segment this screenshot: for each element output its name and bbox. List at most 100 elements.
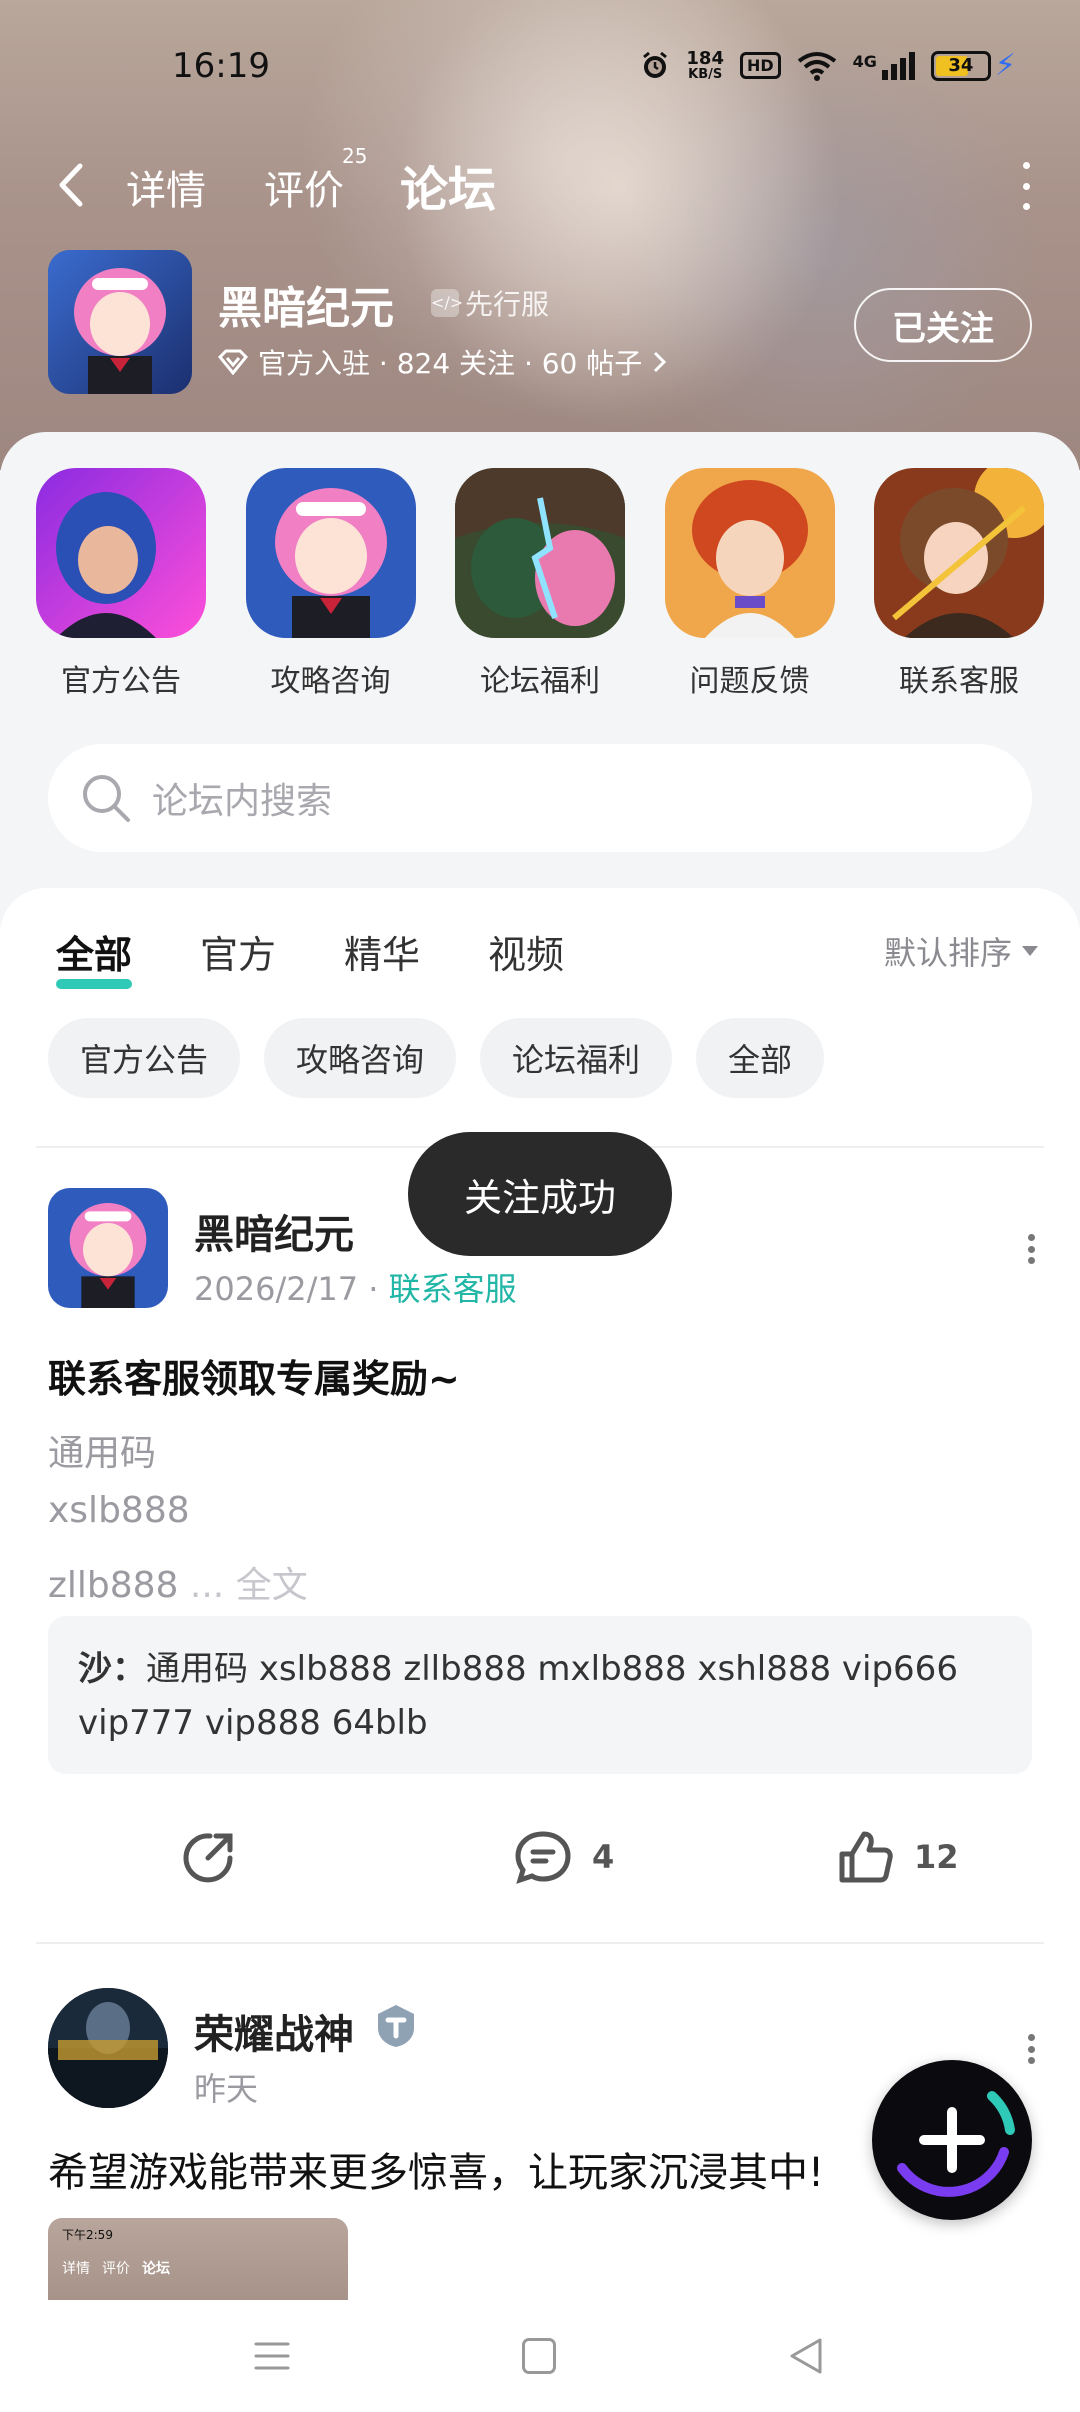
system-navigation-bar (0, 2300, 1080, 2412)
quick-label: 论坛福利 (480, 664, 600, 699)
search-placeholder: 论坛内搜索 (152, 781, 333, 822)
customer-service-art-icon (874, 468, 1044, 638)
sort-dropdown[interactable]: 默认排序 (884, 928, 1038, 974)
status-bar: 16:19 184 KB/S HD 4G 34 ⚡ (0, 40, 1080, 100)
followed-button[interactable]: 已关注 (854, 288, 1032, 362)
post-body: 希望游戏能带来更多惊喜，让玩家沉浸其中! (48, 2150, 825, 2196)
quick-item-forum-benefits[interactable]: 论坛福利 (455, 468, 625, 700)
network-type-label: 4G (852, 51, 877, 71)
search-icon (83, 775, 130, 822)
divider (36, 1942, 1044, 1944)
post-card[interactable]: 黑暗纪元 2026/2/17 · 联系客服 联系客服领取专属奖励~ 通用码 xs… (0, 1188, 1080, 1908)
thumbnail-nav-tabs: 详情 评价 论坛 (62, 2258, 170, 2278)
post-body-line: zllb888 (48, 1565, 179, 1606)
verified-diamond-icon (218, 349, 248, 375)
comment-preview-author: 沙： (78, 1649, 146, 1689)
net-speed-value: 184 (686, 47, 724, 69)
home-icon[interactable] (522, 2338, 556, 2374)
thumbs-up-icon (839, 1831, 893, 1883)
post-date-line: 2026/2/17 · 联系客服 (194, 1264, 517, 1310)
quick-label: 联系客服 (899, 664, 1019, 699)
post-author-avatar[interactable] (48, 1988, 168, 2108)
preview-server-tag: </> 先行服 (431, 283, 549, 323)
thumbnail-tab: 详情 (62, 2261, 90, 2277)
thumbnail-status-time: 下午2:59 (62, 2228, 113, 2242)
game-title: 黑暗纪元 (218, 283, 394, 334)
net-speed-unit: KB/S (688, 66, 723, 82)
tab-reviews[interactable]: 评价 (264, 158, 344, 216)
post-actions: 4 12 (0, 1828, 1080, 1908)
quick-access-panel: 官方公告 攻略咨询 论坛福利 问题反馈 联系客服 论坛内搜索 (0, 432, 1080, 892)
chip-all[interactable]: 全部 (696, 1018, 825, 1098)
comment-button[interactable]: 4 (512, 1828, 614, 1886)
post-author-avatar[interactable] (48, 1188, 168, 1308)
back-triangle-icon[interactable] (786, 2336, 826, 2376)
create-post-fab[interactable] (872, 2060, 1032, 2220)
chip-guides[interactable]: 攻略咨询 (264, 1018, 457, 1098)
reviews-count-badge: 25 (342, 144, 368, 168)
share-icon (183, 1833, 233, 1883)
announcements-art-icon (36, 468, 206, 638)
chip-official-announcements[interactable]: 官方公告 (48, 1018, 241, 1098)
quick-item-feedback[interactable]: 问题反馈 (664, 468, 835, 700)
comment-icon (515, 1831, 571, 1884)
charging-bolt-icon: ⚡ (994, 48, 1016, 83)
forum-search-bar[interactable]: 论坛内搜索 (48, 744, 1032, 852)
game-header: 黑暗纪元 </> 先行服 官方入驻 · 824 关注 · 60 帖子 已关注 (48, 250, 1032, 400)
status-icons: 184 KB/S HD 4G 34 ⚡ (640, 48, 1016, 83)
post-image-thumbnail[interactable]: 下午2:59 详情 评价 论坛 (48, 2218, 348, 2308)
post-category[interactable]: 联系客服 (389, 1270, 517, 1308)
battery-level: 34 (948, 54, 974, 76)
quick-label: 官方公告 (61, 664, 181, 699)
preview-tag-label: 先行服 (465, 288, 550, 321)
hd-badge: HD (739, 52, 781, 79)
back-arrow-icon[interactable] (50, 152, 94, 218)
post-author-name[interactable]: 荣耀战神 (194, 2002, 354, 2060)
post-date: 2026/2/17 (194, 1270, 359, 1308)
feedback-art-icon (664, 468, 835, 638)
benefits-art-icon (455, 468, 625, 638)
read-more-link[interactable]: ... 全文 (190, 1565, 308, 1606)
guides-art-icon (245, 468, 416, 638)
post-title: 联系客服领取专属奖励~ (48, 1357, 460, 1401)
alarm-icon (643, 51, 668, 78)
recent-apps-icon[interactable] (254, 2338, 290, 2374)
forum-screen: 16:19 184 KB/S HD 4G 34 ⚡ 详情 评价 25 论坛 黑暗… (0, 0, 1080, 2412)
tab-forum[interactable]: 论坛 (400, 150, 497, 220)
more-options-icon[interactable] (1014, 162, 1038, 210)
status-time: 16:19 (172, 46, 270, 86)
post-author-name[interactable]: 黑暗纪元 (194, 1202, 354, 1260)
verified-user-badge-icon (378, 2005, 414, 2047)
thumbnail-tab: 论坛 (142, 2261, 170, 2277)
filter-tabs: 全部 官方 精华 视频 (56, 924, 564, 989)
separator-dot: · (368, 1270, 389, 1308)
post-body-line: 通用码 (48, 1433, 157, 1474)
quick-item-official-announcements[interactable]: 官方公告 (36, 468, 206, 700)
chip-forum-benefits[interactable]: 论坛福利 (480, 1018, 673, 1098)
filter-tab-all[interactable]: 全部 (56, 924, 133, 989)
thumbnail-tab: 评价 (102, 2261, 130, 2277)
post-more-icon[interactable] (1024, 1234, 1038, 1264)
quick-label: 攻略咨询 (270, 664, 391, 699)
comment-count: 4 (592, 1838, 615, 1876)
filter-tab-official[interactable]: 官方 (200, 924, 276, 979)
chevron-right-icon (654, 351, 667, 373)
plus-icon (878, 2066, 1026, 2214)
filter-tab-video[interactable]: 视频 (488, 924, 564, 979)
post-comment-preview[interactable]: 沙：通用码 xslb888 zllb888 mxlb888 xshl888 vi… (48, 1616, 1032, 1774)
battery-indicator: 34 ⚡ (930, 48, 1016, 83)
post-body-line-last: zllb888 ... 全文 (48, 1556, 308, 1608)
quick-item-guides[interactable]: 攻略咨询 (245, 468, 416, 700)
filter-tab-featured[interactable]: 精华 (344, 924, 420, 979)
preview-tag-icon: </> (431, 289, 463, 317)
tab-details[interactable]: 详情 (126, 158, 206, 216)
caret-down-icon (1022, 946, 1038, 956)
sort-label: 默认排序 (883, 934, 1012, 972)
game-meta[interactable]: 官方入驻 · 824 关注 · 60 帖子 (218, 342, 668, 382)
wifi-icon (797, 51, 836, 81)
like-button[interactable]: 12 (836, 1828, 959, 1886)
game-avatar (48, 250, 192, 394)
quick-item-customer-service[interactable]: 联系客服 (874, 468, 1044, 700)
share-button[interactable] (180, 1828, 238, 1886)
cellular-signal: 4G (852, 51, 915, 80)
